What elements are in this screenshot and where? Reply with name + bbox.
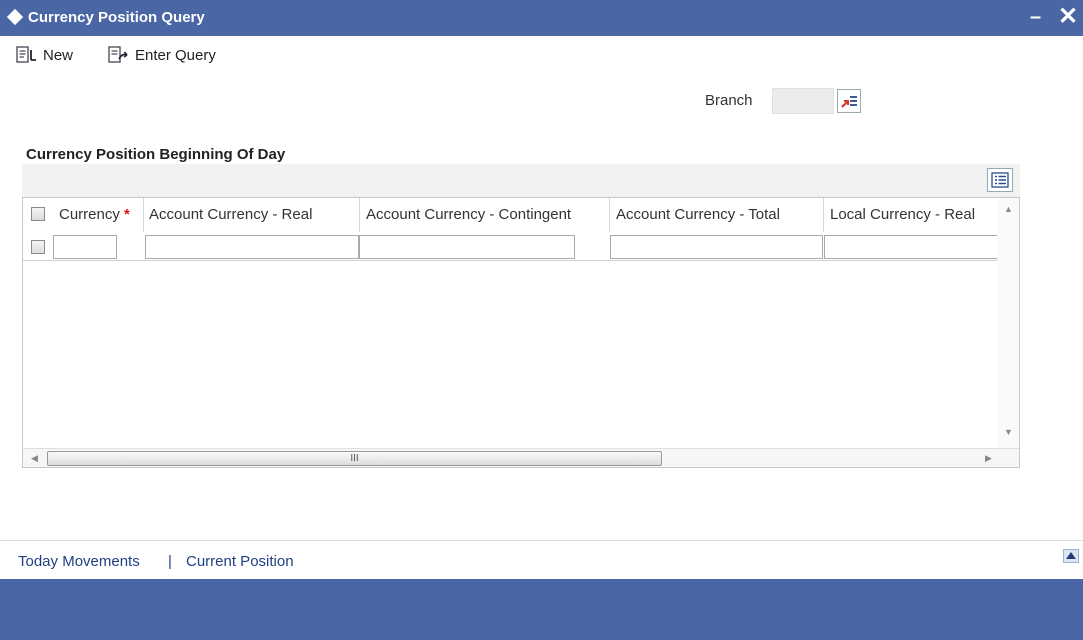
scroll-up-arrow-icon[interactable]: ▲ (1004, 204, 1013, 214)
column-divider (609, 198, 610, 232)
column-header-account-currency-total[interactable]: Account Currency - Total (616, 206, 780, 223)
required-marker: * (124, 206, 130, 223)
column-header-local-currency-real[interactable]: Local Currency - Real (830, 206, 975, 223)
select-all-checkbox[interactable] (31, 207, 45, 221)
window-title: Currency Position Query (28, 9, 205, 26)
column-divider (143, 198, 144, 232)
query-icon (108, 46, 128, 63)
branch-lov-button[interactable] (837, 89, 861, 113)
section-title: Currency Position Beginning Of Day (26, 146, 286, 163)
account-currency-real-cell[interactable] (145, 235, 359, 259)
collapse-up-icon[interactable] (1063, 549, 1079, 563)
grid-toolbar (22, 164, 1020, 197)
account-currency-contingent-cell[interactable] (359, 235, 575, 259)
title-bar: Currency Position Query – ✕ (0, 0, 1083, 36)
horizontal-scroll-thumb[interactable]: III (47, 451, 662, 466)
minimize-button[interactable]: – (1030, 6, 1041, 29)
toolbar: New Enter Query (0, 36, 1083, 74)
scroll-down-arrow-icon[interactable]: ▼ (1004, 427, 1013, 437)
column-header-currency[interactable]: Currency * (59, 206, 130, 223)
row-checkbox[interactable] (31, 240, 45, 254)
column-list-icon (991, 172, 1009, 188)
new-record-icon (16, 46, 36, 63)
link-separator: | (168, 553, 172, 570)
grid-settings-button[interactable] (987, 168, 1013, 192)
list-of-values-icon (841, 96, 857, 108)
branch-input[interactable] (772, 88, 834, 114)
footer-links-bar: Today Movements | Current Position (0, 540, 1083, 579)
row-divider (23, 260, 997, 261)
branch-label: Branch (705, 92, 753, 109)
scroll-right-arrow-icon[interactable]: ▶ (985, 453, 992, 464)
column-header-account-currency-real[interactable]: Account Currency - Real (149, 206, 312, 223)
diamond-icon (6, 8, 24, 26)
scroll-left-arrow-icon[interactable]: ◀ (31, 453, 38, 464)
enter-query-label: Enter Query (135, 46, 216, 64)
column-header-account-currency-contingent[interactable]: Account Currency - Contingent (366, 206, 571, 223)
enter-query-button[interactable]: Enter Query (108, 44, 216, 66)
column-divider (359, 198, 360, 232)
vertical-scrollbar[interactable]: ▲ ▼ (997, 198, 1019, 448)
local-currency-real-cell[interactable] (824, 235, 998, 259)
horizontal-scrollbar[interactable]: ◀ III ▶ (23, 448, 1019, 467)
bottom-bar (0, 579, 1083, 640)
column-divider (823, 198, 824, 232)
close-button[interactable]: ✕ (1058, 2, 1078, 31)
new-label: New (43, 46, 74, 64)
currency-position-grid: Currency * Account Currency - Real Accou… (22, 197, 1020, 468)
current-position-link[interactable]: Current Position (186, 553, 294, 570)
account-currency-total-cell[interactable] (610, 235, 823, 259)
currency-cell[interactable] (53, 235, 117, 259)
today-movements-link[interactable]: Today Movements (18, 553, 140, 570)
new-button[interactable]: New (16, 44, 73, 66)
